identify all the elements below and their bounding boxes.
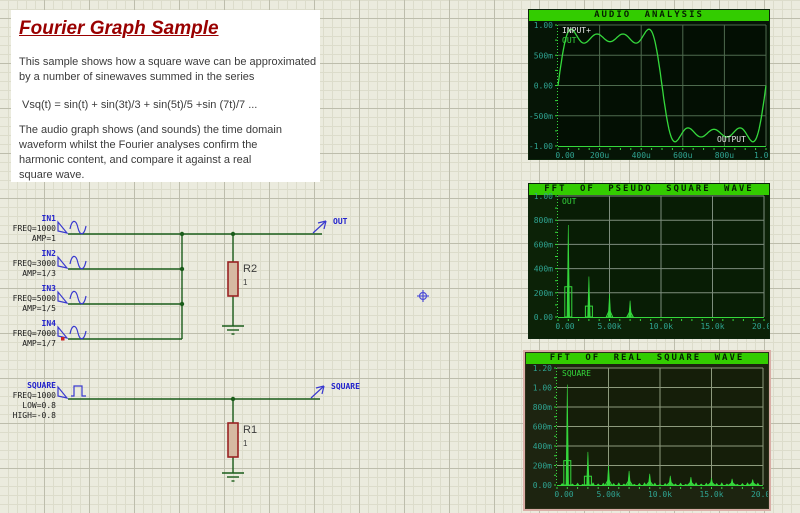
svg-text:400u: 400u [632, 151, 651, 159]
square-wave-icon [71, 386, 86, 396]
generator-name: IN3 [1, 284, 56, 294]
generator-icon-in1[interactable] [58, 221, 86, 233]
svg-text:20.0k: 20.0k [751, 490, 768, 499]
svg-text:400m: 400m [534, 265, 553, 274]
net-label-arrow[interactable] [313, 221, 326, 233]
generator-name: SQUARE [1, 381, 56, 391]
svg-text:800m: 800m [534, 216, 553, 225]
svg-text:10.0k: 10.0k [649, 322, 673, 331]
svg-text:800u: 800u [715, 151, 734, 159]
generator-label-in2[interactable]: IN2FREQ=3000AMP=1/3 [1, 249, 56, 279]
generator-param: FREQ=7000 [1, 329, 56, 339]
svg-text:800m: 800m [533, 403, 552, 412]
resistor-value-r2[interactable]: 1 [243, 278, 247, 287]
graph-legend: OUT [562, 197, 577, 206]
net-label-arrow[interactable] [311, 386, 324, 398]
resistor-body[interactable] [228, 262, 238, 296]
graph-legend: OUTPUT [717, 135, 746, 144]
generator-param: AMP=1/3 [1, 269, 56, 279]
svg-text:15.0k: 15.0k [699, 490, 723, 499]
graph-legend: SQUARE [562, 369, 591, 378]
graph-window-fft-real[interactable]: FFT OF REAL SQUARE WAVE 1.201.00800m600m… [525, 352, 769, 509]
svg-text:15.0k: 15.0k [700, 322, 724, 331]
svg-text:1.20: 1.20 [533, 364, 552, 373]
generator-param: LOW=0.8 [1, 401, 56, 411]
svg-text:0.00: 0.00 [555, 151, 574, 159]
svg-text:10.0k: 10.0k [648, 490, 672, 499]
generator-icon-in4[interactable] [58, 326, 86, 338]
svg-text:5.00k: 5.00k [596, 490, 620, 499]
svg-text:0.00: 0.00 [533, 481, 552, 490]
generator-name: IN1 [1, 214, 56, 224]
generator-icon-in3[interactable] [58, 291, 86, 303]
net-label-square[interactable]: SQUARE [331, 382, 360, 391]
svg-text:0.00: 0.00 [554, 490, 573, 499]
resistor-ref-r2[interactable]: R2 [243, 263, 257, 275]
graph-selection-border[interactable]: FFT OF REAL SQUARE WAVE 1.201.00800m600m… [523, 350, 771, 511]
svg-text:1.00m: 1.00m [754, 151, 769, 159]
pin-marker [61, 337, 65, 341]
generator-param: FREQ=1000 [1, 224, 56, 234]
resistor-ref-r1[interactable]: R1 [243, 424, 257, 436]
svg-text:20.0k: 20.0k [752, 322, 769, 331]
generator-label-in3[interactable]: IN3FREQ=5000AMP=1/5 [1, 284, 56, 314]
svg-text:-500m: -500m [529, 112, 553, 121]
generator-param: AMP=1/5 [1, 304, 56, 314]
sine-wave-icon [70, 291, 86, 303]
graph-plot-g2[interactable]: 1.00 800m 600m 400m 200m 0.000.00 5.00k 10.0k 15… [529, 184, 769, 338]
svg-text:600m: 600m [534, 240, 553, 249]
svg-text:1.00: 1.00 [533, 384, 552, 393]
generator-param: AMP=1/7 [1, 339, 56, 349]
svg-text:600u: 600u [673, 151, 692, 159]
graph-plot-g3[interactable]: 1.20 1.00 800m 600m 400m 200m 0.000.00 5.00k 10.… [526, 353, 768, 508]
svg-text:200m: 200m [534, 289, 553, 298]
generator-name: IN4 [1, 319, 56, 329]
graph-plot-g1[interactable]: 1.00500m0.00-500m-1.000.00200u400u600u80… [529, 10, 769, 159]
generator-icon-square[interactable] [58, 386, 86, 398]
resistor-body[interactable] [228, 423, 238, 457]
generator-param: HIGH=-0.8 [1, 411, 56, 421]
generator-param: AMP=1 [1, 234, 56, 244]
svg-text:0.00: 0.00 [534, 82, 553, 91]
svg-text:1.00: 1.00 [534, 21, 553, 30]
generator-icon-in2[interactable] [58, 256, 86, 268]
graph-window-fft-pseudo[interactable]: FFT OF PSEUDO SQUARE WAVE 1.00800m600m40… [528, 183, 770, 339]
sine-wave-icon [70, 221, 86, 233]
graph-legend: OUT [562, 36, 577, 45]
svg-text:500m: 500m [534, 51, 553, 60]
svg-text:-1.00: -1.00 [529, 142, 553, 151]
graph-legend: INPUT+ [562, 26, 591, 35]
svg-text:200u: 200u [590, 151, 609, 159]
origin-marker [417, 290, 429, 302]
resistor-value-r1[interactable]: 1 [243, 439, 247, 448]
svg-text:1.00: 1.00 [534, 192, 553, 201]
generator-label-in1[interactable]: IN1FREQ=1000AMP=1 [1, 214, 56, 244]
svg-text:600m: 600m [533, 423, 552, 432]
generator-param: FREQ=3000 [1, 259, 56, 269]
svg-text:400m: 400m [533, 442, 552, 451]
svg-text:0.00: 0.00 [534, 313, 553, 322]
svg-text:0.00: 0.00 [555, 322, 574, 331]
generator-param: FREQ=5000 [1, 294, 56, 304]
svg-text:200m: 200m [533, 462, 552, 471]
generator-label-square[interactable]: SQUAREFREQ=1000LOW=0.8HIGH=-0.8 [1, 381, 56, 421]
schematic-canvas[interactable]: Fourier Graph Sample This sample shows h… [0, 0, 800, 513]
sine-wave-icon [70, 326, 86, 338]
sine-wave-icon [70, 256, 86, 268]
graph-window-audio-analysis[interactable]: AUDIO ANALYSIS 1.00500m0.00-500m-1.000.0… [528, 9, 770, 160]
generator-name: IN2 [1, 249, 56, 259]
svg-text:5.00k: 5.00k [597, 322, 621, 331]
net-label-out[interactable]: OUT [333, 217, 347, 226]
generator-param: FREQ=1000 [1, 391, 56, 401]
generator-label-in4[interactable]: IN4FREQ=7000AMP=1/7 [1, 319, 56, 349]
